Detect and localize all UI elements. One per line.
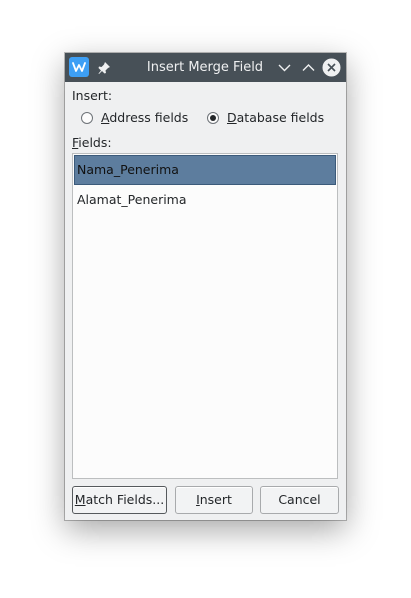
app-icon[interactable] (69, 57, 89, 77)
insert-label: Insert: (72, 88, 113, 103)
window-title: Insert Merge Field (146, 60, 264, 75)
list-item[interactable]: Alamat_Penerima (74, 185, 336, 215)
insert-label-text: nsert (199, 492, 232, 507)
close-icon (322, 58, 341, 77)
radio-indicator-checked[interactable] (207, 111, 219, 124)
radio-indicator[interactable] (81, 111, 93, 124)
close-button[interactable] (322, 58, 341, 77)
database-fields-radio[interactable]: Database fields (207, 109, 324, 126)
list-item[interactable]: Nama_Penerima (74, 155, 336, 185)
minimize-button[interactable] (275, 58, 294, 77)
title-bar[interactable]: Insert Merge Field (65, 53, 346, 82)
maximize-button[interactable] (299, 58, 318, 77)
fields-label: Fields: (72, 135, 112, 150)
database-fields-label: Database fields (227, 110, 325, 125)
address-fields-label: Address fields (101, 110, 189, 125)
chevron-down-icon (278, 64, 291, 72)
match-fields-button[interactable]: Match Fields... (72, 486, 167, 514)
pin-icon[interactable] (96, 60, 112, 76)
chevron-up-icon (302, 64, 315, 71)
fields-list[interactable]: Nama_Penerima Alamat_Penerima (72, 153, 338, 479)
match-fields-label: atch Fields... (85, 492, 165, 507)
address-fields-radio[interactable]: Address fields (81, 109, 188, 126)
match-fields-mnemonic: M (74, 492, 86, 507)
insert-merge-field-dialog: Insert Merge Field Insert: Address field… (65, 53, 346, 520)
cancel-button[interactable]: Cancel (260, 486, 339, 514)
insert-button[interactable]: Insert (175, 486, 253, 514)
